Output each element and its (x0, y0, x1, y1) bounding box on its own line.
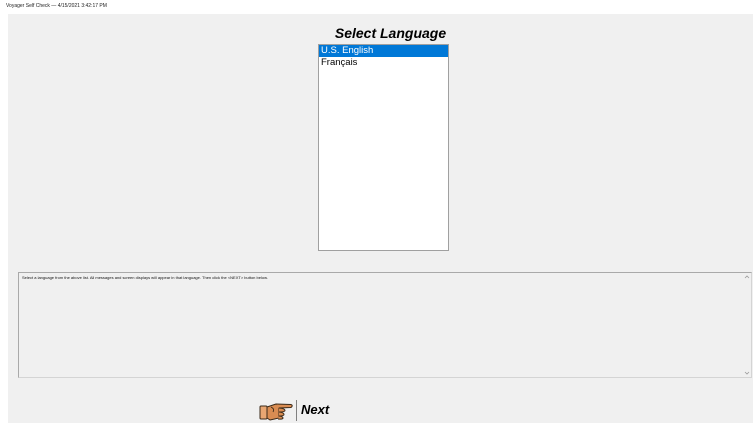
main-panel: Select Language U.S. English Français Se… (8, 14, 753, 423)
title-bar: Voyager Self Check — 4/15/2021 3:42:17 P… (0, 0, 753, 14)
language-option-us-english[interactable]: U.S. English (319, 45, 448, 57)
pointing-hand-icon (259, 403, 293, 421)
scroll-down-arrow-icon[interactable] (744, 370, 750, 376)
select-language-heading: Select Language (334, 25, 447, 41)
next-button[interactable]: Next (258, 398, 338, 422)
instructions-textbox: Select a language from the above list. A… (18, 272, 752, 378)
instructions-text: Select a language from the above list. A… (22, 275, 268, 280)
language-listbox[interactable]: U.S. English Français (318, 44, 449, 251)
language-option-francais[interactable]: Français (319, 57, 448, 69)
window-title: Voyager Self Check — 4/15/2021 3:42:17 P… (6, 3, 107, 9)
next-button-label: Next (301, 402, 330, 417)
scroll-up-arrow-icon[interactable] (744, 274, 750, 280)
next-button-divider (296, 400, 297, 421)
